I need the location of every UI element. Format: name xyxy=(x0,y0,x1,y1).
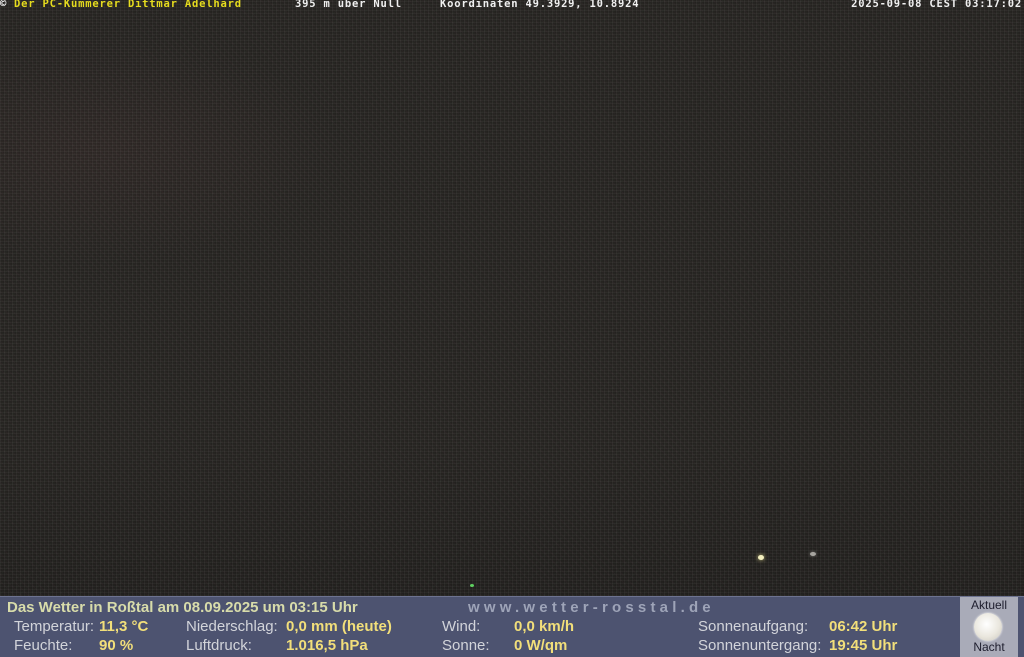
sunrise-value: 06:42 Uhr xyxy=(829,618,898,635)
pressure-label: Luftdruck: xyxy=(186,637,252,654)
temperature-value: 11,3 °C xyxy=(99,618,149,635)
precipitation-value: 0,0 mm (heute) xyxy=(286,618,392,635)
moon-top-label: Aktuell xyxy=(970,598,1008,612)
coordinates-text: Koordinaten 49.3929, 10.8924 xyxy=(440,0,640,10)
green-light xyxy=(470,584,474,587)
street-light xyxy=(810,552,816,556)
webcam-image xyxy=(0,0,1024,596)
sun-label: Sonne: xyxy=(442,637,490,654)
wind-label: Wind: xyxy=(442,618,481,635)
weather-panel: Das Wetter in Roßtal am 08.09.2025 um 03… xyxy=(0,596,1024,657)
street-light xyxy=(758,555,764,560)
temperature-label: Temperatur: xyxy=(14,618,95,635)
full-moon-icon xyxy=(974,613,1002,641)
timestamp-text: 2025-09-08 CEST 03:17:02 xyxy=(851,0,1022,10)
wind-value: 0,0 km/h xyxy=(514,618,575,635)
sun-value: 0 W/qm xyxy=(514,637,568,654)
humidity-label: Feuchte: xyxy=(14,637,73,654)
precipitation-label: Niederschlag: xyxy=(186,618,278,635)
sunset-label: Sonnenuntergang: xyxy=(698,637,822,654)
webcam-overlay-bar: © Der PC-Kümmerer Dittmar Adelhard 395 m… xyxy=(0,0,1024,11)
weather-header: Das Wetter in Roßtal am 08.09.2025 um 03… xyxy=(7,599,358,616)
sunset-value: 19:45 Uhr xyxy=(829,637,898,654)
humidity-value: 90 % xyxy=(99,637,134,654)
pressure-value: 1.016,5 hPa xyxy=(286,637,368,654)
sunrise-label: Sonnenaufgang: xyxy=(698,618,809,635)
owner-name: Der PC-Kümmerer Dittmar Adelhard xyxy=(14,0,242,10)
altitude-text: 395 m über Null xyxy=(295,0,402,10)
moon-phase-box: Aktuell Nacht xyxy=(960,597,1018,657)
moon-bottom-label: Nacht xyxy=(973,640,1005,654)
website-url: www.wetter-rosstal.de xyxy=(468,599,715,616)
copyright-symbol: © xyxy=(0,0,8,10)
